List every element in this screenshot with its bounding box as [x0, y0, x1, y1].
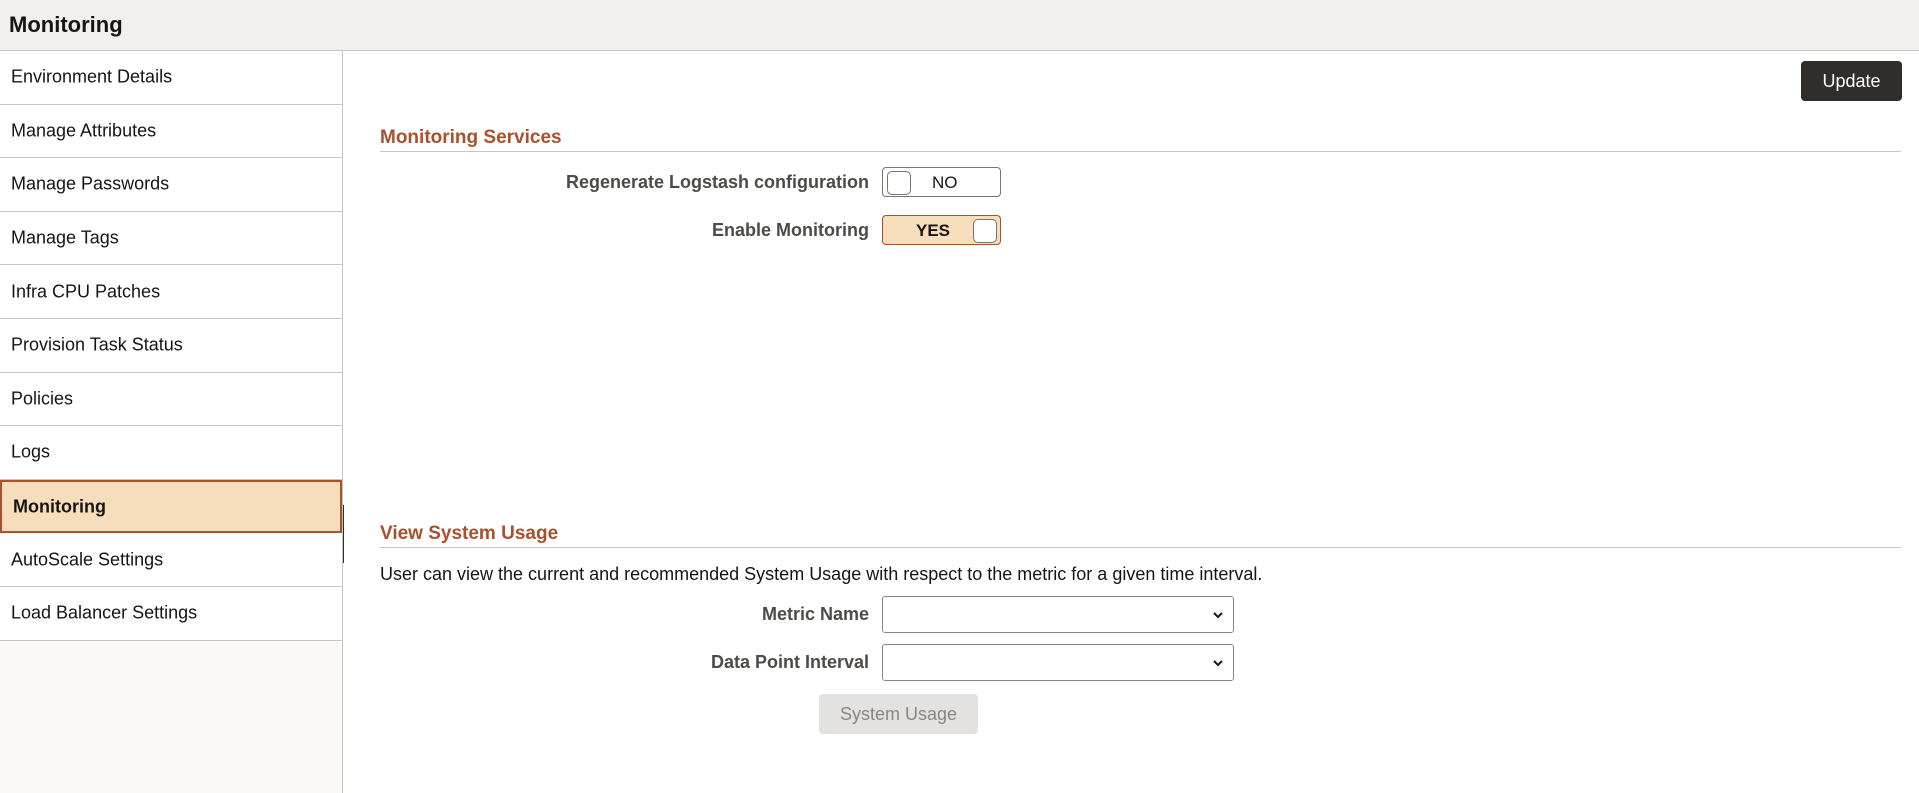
data-point-interval-select[interactable]	[882, 644, 1234, 681]
sidebar-item-infra-cpu-patches[interactable]: Infra CPU Patches	[0, 265, 342, 319]
sidebar-item-label: AutoScale Settings	[11, 549, 164, 570]
update-button[interactable]: Update	[1801, 61, 1902, 101]
toggle-knob	[973, 219, 997, 243]
sidebar-item-logs[interactable]: Logs	[0, 426, 342, 480]
main-content: Update Monitoring Services Regenerate Lo…	[344, 51, 1919, 793]
title-bar: Monitoring	[0, 0, 1919, 51]
system-usage-button[interactable]: System Usage	[819, 694, 978, 734]
system-usage-description: User can view the current and recommende…	[380, 564, 1263, 584]
section-title-monitoring-services: Monitoring Services	[380, 127, 1901, 152]
sidebar-item-environment-details[interactable]: Environment Details	[0, 51, 342, 105]
sidebar-item-load-balancer-settings[interactable]: Load Balancer Settings	[0, 586, 342, 641]
sidebar-item-label: Manage Passwords	[11, 173, 170, 194]
regenerate-logstash-label: Regenerate Logstash configuration	[565, 172, 869, 192]
sidebar-item-label: Logs	[11, 441, 51, 462]
sidebar-item-manage-attributes[interactable]: Manage Attributes	[0, 104, 342, 159]
sidebar-item-label: Monitoring	[13, 496, 106, 517]
sidebar-item-label: Manage Attributes	[11, 120, 157, 141]
enable-monitoring-toggle[interactable]: YES	[882, 215, 1001, 245]
sidebar-item-label: Environment Details	[11, 66, 173, 87]
chevron-down-icon	[1213, 612, 1223, 619]
sidebar-item-monitoring[interactable]: Monitoring	[0, 479, 342, 534]
toggle-value: YES	[916, 221, 951, 240]
sidebar-item-manage-passwords[interactable]: Manage Passwords	[0, 158, 342, 212]
toggle-value: NO	[932, 173, 958, 192]
sidebar-item-label: Manage Tags	[11, 227, 119, 248]
section-title-view-system-usage: View System Usage	[380, 523, 1901, 548]
metric-name-select[interactable]	[882, 596, 1234, 633]
sidebar-item-label: Load Balancer Settings	[11, 602, 198, 623]
toggle-knob	[887, 171, 911, 195]
sidebar-item-label: Policies	[11, 388, 74, 409]
metric-name-label: Metric Name	[761, 604, 869, 624]
sidebar-item-provision-task-status[interactable]: Provision Task Status	[0, 318, 342, 373]
chevron-down-icon	[1213, 660, 1223, 667]
page-title: Monitoring	[9, 12, 123, 37]
enable-monitoring-label: Enable Monitoring	[712, 220, 869, 240]
sidebar-item-label: Infra CPU Patches	[11, 281, 161, 302]
data-point-interval-label: Data Point Interval	[710, 652, 869, 672]
sidebar-item-policies[interactable]: Policies	[0, 372, 342, 427]
sidebar-item-manage-tags[interactable]: Manage Tags	[0, 211, 342, 266]
sidebar-item-label: Provision Task Status	[11, 334, 183, 355]
sidebar: Environment Details Manage Attributes Ma…	[0, 51, 343, 793]
regenerate-logstash-toggle[interactable]: NO	[882, 167, 1001, 197]
sidebar-item-autoscale-settings[interactable]: AutoScale Settings	[0, 533, 342, 587]
